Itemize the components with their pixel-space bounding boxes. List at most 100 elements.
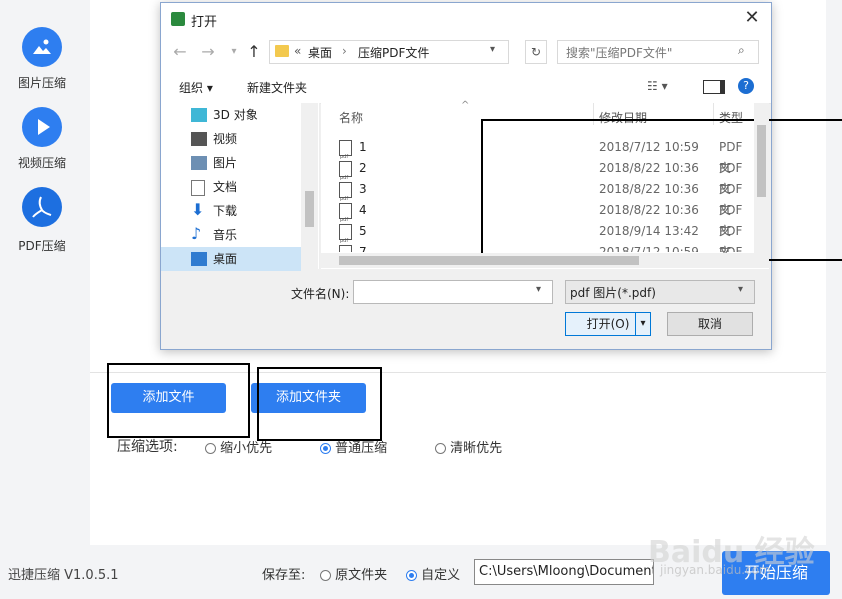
sidebar-item-label: PDF压缩 xyxy=(18,239,66,253)
nav-item-label: 下载 xyxy=(213,204,238,218)
dialog-title: 打开 xyxy=(191,15,218,30)
close-icon[interactable]: ✕ xyxy=(741,7,763,29)
breadcrumb-separator-icon: › xyxy=(342,44,347,58)
nav-item-label: 图片 xyxy=(213,156,238,170)
file-name: 2 xyxy=(359,161,367,175)
document-icon xyxy=(191,180,205,196)
video-icon xyxy=(191,132,207,146)
folder-icon xyxy=(275,45,289,57)
pdf-icon xyxy=(22,187,62,227)
image-icon xyxy=(22,27,62,67)
open-file-dialog: 打开 ✕ ← → ▾ ↑ « 桌面 › 压缩PDF文件 ▾ ↻ 搜索"压缩PDF… xyxy=(160,2,842,350)
option-smallest[interactable]: 缩小优先 xyxy=(205,437,272,456)
pdf-file-icon xyxy=(339,203,352,231)
right-strip xyxy=(826,0,842,545)
file-list-pane: ^ 名称 修改日期 类型 1 2018/7/12 10:59 PDF 文 2 2… xyxy=(321,100,842,269)
organize-button[interactable]: 组织 ▾ xyxy=(179,79,213,96)
chevron-down-icon[interactable]: ▾ xyxy=(490,44,495,55)
open-dropdown-icon[interactable]: ▾ xyxy=(635,313,650,335)
pdf-file-icon xyxy=(339,245,352,252)
download-icon: ⬇ xyxy=(191,200,205,219)
nav-item-label: 桌面 xyxy=(213,252,238,266)
file-name: 7 xyxy=(359,245,367,252)
save-option-original[interactable]: 原文件夹 xyxy=(320,564,387,583)
preview-pane-icon[interactable] xyxy=(703,80,725,94)
file-horizontal-scrollbar[interactable] xyxy=(321,253,769,268)
radio-custom[interactable] xyxy=(406,570,417,581)
nav-item-pictures[interactable]: 图片 xyxy=(161,151,301,175)
filename-input[interactable]: ▾ xyxy=(353,280,553,304)
search-input[interactable]: 搜索"压缩PDF文件" ⌕ xyxy=(557,40,759,64)
open-button[interactable]: 打开(O) ▾ xyxy=(565,312,651,336)
nav-scrollbar-thumb[interactable] xyxy=(305,191,314,227)
option-label: 缩小优先 xyxy=(220,441,273,456)
cube-icon xyxy=(191,108,207,122)
refresh-icon[interactable]: ↻ xyxy=(525,40,547,64)
file-type-select[interactable]: pdf 图片(*.pdf) ▾ xyxy=(565,280,755,304)
nav-scrollbar[interactable] xyxy=(301,103,318,269)
radio-smallest[interactable] xyxy=(205,443,216,454)
file-name: 1 xyxy=(359,140,367,154)
sort-up-icon: ^ xyxy=(461,100,470,111)
search-icon: ⌕ xyxy=(738,43,745,57)
back-arrow-icon[interactable]: ← xyxy=(171,43,189,61)
radio-original-folder[interactable] xyxy=(320,570,331,581)
recent-chevron-icon[interactable]: ▾ xyxy=(225,43,243,61)
nav-item-downloads[interactable]: ⬇ 下载 xyxy=(161,199,301,223)
forward-arrow-icon[interactable]: → xyxy=(199,43,217,61)
nav-item-3d-objects[interactable]: 3D 对象 xyxy=(161,103,301,127)
radio-normal[interactable] xyxy=(320,443,331,454)
nav-item-label: 音乐 xyxy=(213,228,238,242)
cancel-button[interactable]: 取消 xyxy=(667,312,753,336)
scrollbar-thumb[interactable] xyxy=(339,256,639,265)
filename-label: 文件名(N): xyxy=(291,287,350,301)
option-clearest[interactable]: 清晰优先 xyxy=(435,437,502,456)
music-icon: ♪ xyxy=(191,224,202,243)
column-header-name[interactable]: 名称 xyxy=(339,109,363,126)
add-file-button[interactable]: 添加文件 xyxy=(111,383,226,413)
nav-item-videos[interactable]: 视频 xyxy=(161,127,301,151)
pdf-file-icon xyxy=(339,182,352,210)
file-vertical-scrollbar[interactable] xyxy=(754,103,769,253)
scrollbar-thumb[interactable] xyxy=(757,125,766,197)
help-icon[interactable]: ? xyxy=(738,78,754,94)
nav-item-label: 3D 对象 xyxy=(213,108,258,122)
sidebar-item-label: 视频压缩 xyxy=(17,156,66,170)
bottom-bar: 迅捷压缩 V1.0.5.1 保存至: 原文件夹 自定义 C:\Users\Mlo… xyxy=(0,535,842,599)
sidebar-item-image-compress[interactable]: 图片压缩 xyxy=(0,27,84,91)
watermark-sub: jingyan.baidu.com xyxy=(660,563,771,577)
breadcrumb-item[interactable]: 桌面 xyxy=(308,44,332,61)
save-to-label: 保存至: xyxy=(262,568,306,583)
sidebar-item-pdf-compress[interactable]: PDF压缩 xyxy=(0,187,84,254)
breadcrumb-item[interactable]: 压缩PDF文件 xyxy=(358,44,429,61)
view-options-icon[interactable]: ☷ ▾ xyxy=(647,79,668,93)
chevron-down-icon[interactable]: ▾ xyxy=(536,284,541,295)
save-path-input[interactable]: C:\Users\Mloong\Documents xyxy=(474,559,654,585)
file-name: 4 xyxy=(359,203,367,217)
nav-item-documents[interactable]: 文档 xyxy=(161,175,301,199)
divider xyxy=(90,372,826,373)
version-label: 迅捷压缩 V1.0.5.1 xyxy=(8,568,119,583)
up-arrow-icon[interactable]: ↑ xyxy=(245,43,263,61)
address-bar[interactable]: « 桌面 › 压缩PDF文件 ▾ xyxy=(269,40,509,64)
navigation-pane: 3D 对象 视频 图片 文档 ⬇ 下载 ♪ 音乐 桌面 xyxy=(161,103,320,271)
nav-item-label: 视频 xyxy=(213,132,238,146)
option-label: 普通压缩 xyxy=(335,441,388,456)
add-folder-button[interactable]: 添加文件夹 xyxy=(251,383,366,413)
nav-item-music[interactable]: ♪ 音乐 xyxy=(161,223,301,247)
chevron-down-icon[interactable]: ▾ xyxy=(738,284,743,295)
file-name: 3 xyxy=(359,182,367,196)
file-type-value: pdf 图片(*.pdf) xyxy=(570,286,656,300)
option-label: 清晰优先 xyxy=(450,441,503,456)
option-label: 原文件夹 xyxy=(335,568,388,583)
nav-item-desktop[interactable]: 桌面 xyxy=(161,247,301,271)
new-folder-button[interactable]: 新建文件夹 xyxy=(247,79,307,96)
radio-clearest[interactable] xyxy=(435,443,446,454)
app-icon xyxy=(171,12,185,26)
sidebar-item-video-compress[interactable]: 视频压缩 xyxy=(0,107,84,171)
sidebar: 图片压缩 视频压缩 PDF压缩 xyxy=(0,0,90,545)
pdf-file-icon xyxy=(339,140,352,168)
pdf-file-icon xyxy=(339,224,352,252)
option-normal[interactable]: 普通压缩 xyxy=(320,437,387,456)
save-option-custom[interactable]: 自定义 xyxy=(406,564,460,583)
